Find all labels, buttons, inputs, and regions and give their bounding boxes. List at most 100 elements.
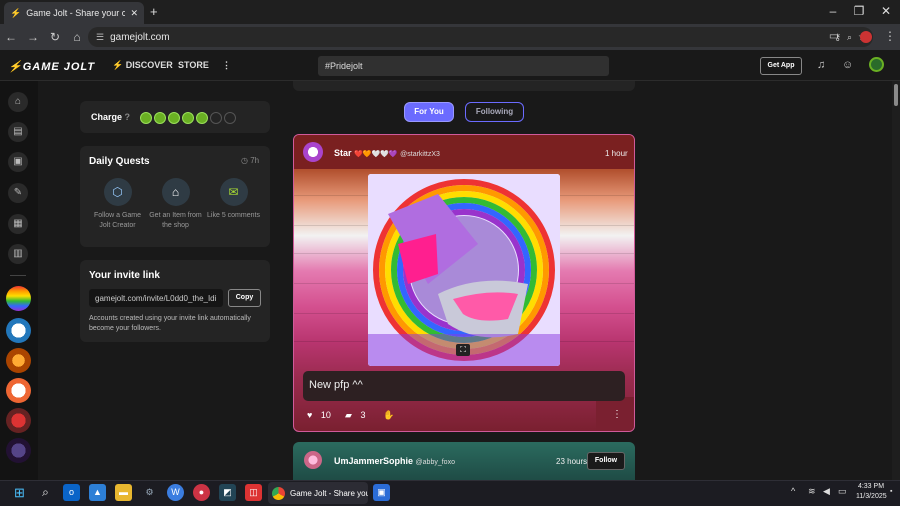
gamejolt-favicon-icon: ⚡ [10, 7, 22, 18]
maximize-icon[interactable]: ❐ [849, 4, 869, 18]
site-info-icon[interactable]: ☰ [96, 32, 104, 43]
tab-for-you[interactable]: For You [404, 102, 454, 122]
app-icon-w[interactable]: W [167, 484, 184, 501]
taskbar-search-icon[interactable]: ⌕ [37, 484, 54, 501]
post-handle: @starkittzX3 [400, 151, 440, 158]
post-author[interactable]: Star ❤️🧡🤍🤍💜 @starkittzX3 [334, 148, 440, 158]
community-avatar-3[interactable] [6, 348, 31, 373]
charge-orb [168, 112, 180, 124]
sidebar-chat-icon[interactable]: ▦ [8, 214, 28, 234]
sidebar-home-icon[interactable]: ⌂ [8, 92, 28, 112]
app-icon-blue[interactable]: ▣ [373, 484, 390, 501]
url-text: gamejolt.com [110, 31, 170, 43]
wifi-icon[interactable]: ≋ [808, 486, 816, 497]
app-icon-red[interactable]: ◫ [245, 484, 262, 501]
post-author[interactable]: UmJammerSophie @abby_foxo [334, 456, 455, 466]
post-menu-icon[interactable]: ⋮ [612, 409, 622, 420]
sidebar-inventory-icon[interactable]: ▣ [8, 152, 28, 172]
app-icon-image[interactable]: ◩ [219, 484, 236, 501]
browser-tab[interactable]: ⚡ Game Jolt - Share your creation ✕ [4, 2, 144, 24]
profile-avatar[interactable] [860, 31, 872, 43]
feed-top-bar [293, 81, 635, 91]
browser-menu-icon[interactable]: ⋮ [884, 29, 896, 43]
quests-timer: ◷ 7h [241, 156, 260, 165]
quest-creator-icon: ⬡ [103, 178, 132, 206]
gamejolt-logo[interactable]: ⚡GAME JOLT [8, 60, 95, 73]
clock[interactable]: 4:33 PM 11/3/2025 [856, 482, 887, 502]
reading-list-icon[interactable]: ▭ [829, 31, 838, 42]
forward-icon[interactable]: → [22, 30, 44, 44]
community-avatar-2[interactable] [6, 318, 31, 343]
like-button[interactable]: ♥ 10 [307, 410, 331, 420]
zoom-icon[interactable]: ⌕ [847, 32, 852, 43]
sidebar-library-icon[interactable]: ▥ [8, 244, 28, 264]
charge-card: Charge ? [80, 101, 270, 133]
settings-gear-icon[interactable]: ⚙ [141, 484, 158, 501]
post-author-avatar[interactable] [304, 451, 322, 469]
quest-item[interactable]: ⬡ Follow a Game Jolt Creator [90, 178, 145, 231]
store-link[interactable]: STORE [178, 60, 209, 70]
file-explorer-icon[interactable]: ▬ [115, 484, 132, 501]
comment-icon: ▰ [345, 410, 352, 420]
expand-image-icon[interactable]: ⛶ [456, 344, 470, 356]
post-caption: New pfp ^^ [303, 371, 625, 401]
pfp-artwork [368, 174, 560, 366]
help-icon[interactable]: ? [125, 112, 131, 122]
discover-icon: ⚡ [112, 60, 124, 70]
scrollbar-thumb[interactable] [894, 84, 898, 106]
quests-title: Daily Quests [89, 156, 150, 167]
friends-icon[interactable]: ☺ [842, 59, 853, 71]
home-icon[interactable]: ⌂ [66, 30, 88, 44]
volume-icon[interactable]: ◀ [823, 486, 830, 497]
author-hearts: ❤️🧡🤍🤍💜 [354, 151, 398, 158]
tab-title: Game Jolt - Share your creation [26, 8, 126, 18]
clock-time: 4:33 PM [857, 483, 885, 490]
quest-item[interactable]: ⌂ Get an Item from the shop [148, 178, 203, 231]
new-tab-icon[interactable]: + [150, 4, 158, 19]
charge-label: Charge ? [91, 112, 131, 122]
copy-button[interactable]: Copy [228, 289, 261, 307]
post-image[interactable] [368, 174, 560, 366]
get-app-button[interactable]: Get App [760, 57, 802, 75]
notification-center-icon[interactable]: ▪ [890, 488, 892, 495]
quest-shop-icon: ⌂ [161, 178, 190, 206]
invite-link-field[interactable]: gamejolt.com/invite/L0dd0_the_Idi [89, 289, 223, 307]
community-avatar-5[interactable] [6, 408, 31, 433]
outlook-icon[interactable]: o [63, 484, 80, 501]
back-icon[interactable]: ← [0, 30, 22, 44]
sticker-icon[interactable]: ✋ [383, 410, 394, 421]
start-windows-icon[interactable]: ⊞ [11, 484, 28, 501]
chrome-icon [272, 486, 285, 500]
sidebar-quests-icon[interactable]: ✎ [8, 183, 28, 203]
quest-comment-icon: ✉ [219, 178, 248, 206]
discover-link[interactable]: ⚡ DISCOVER [112, 60, 173, 71]
tab-following[interactable]: Following [465, 102, 524, 122]
photos-icon[interactable]: ▲ [89, 484, 106, 501]
address-bar[interactable]: ☰ gamejolt.com ⚷ ⌕ ☆ [88, 27, 873, 47]
comment-button[interactable]: ▰ 3 [345, 410, 365, 421]
app-icon-color[interactable]: ● [193, 484, 210, 501]
page-scrollbar[interactable] [892, 81, 900, 480]
notifications-bell-icon[interactable]: ♫ [817, 59, 825, 71]
search-input[interactable]: #Pridejolt [318, 56, 609, 76]
community-avatar-4[interactable] [6, 378, 31, 403]
community-avatar-6[interactable] [6, 438, 31, 463]
more-menu-icon[interactable]: ⋮ [222, 60, 231, 71]
follow-button[interactable]: Follow [587, 452, 625, 470]
battery-icon[interactable]: ▭ [838, 486, 847, 497]
community-avatar-pride[interactable] [6, 286, 31, 311]
charge-orb [140, 112, 152, 124]
sidebar-divider [10, 275, 26, 276]
post-handle: @abby_foxo [415, 459, 455, 466]
quest-item[interactable]: ✉ Like 5 comments [206, 178, 261, 221]
heart-icon: ♥ [307, 410, 313, 420]
close-window-icon[interactable]: ✕ [876, 4, 896, 18]
user-avatar[interactable] [869, 57, 884, 72]
post-author-avatar[interactable] [303, 142, 323, 162]
minimize-icon[interactable]: – [823, 4, 843, 18]
chrome-taskbar-item[interactable]: Game Jolt - Share your c [268, 482, 368, 504]
tray-chevron-icon[interactable]: ^ [791, 486, 795, 496]
sidebar-store-icon[interactable]: ▤ [8, 122, 28, 142]
reload-icon[interactable]: ↻ [44, 30, 66, 44]
close-tab-icon[interactable]: ✕ [130, 8, 138, 19]
